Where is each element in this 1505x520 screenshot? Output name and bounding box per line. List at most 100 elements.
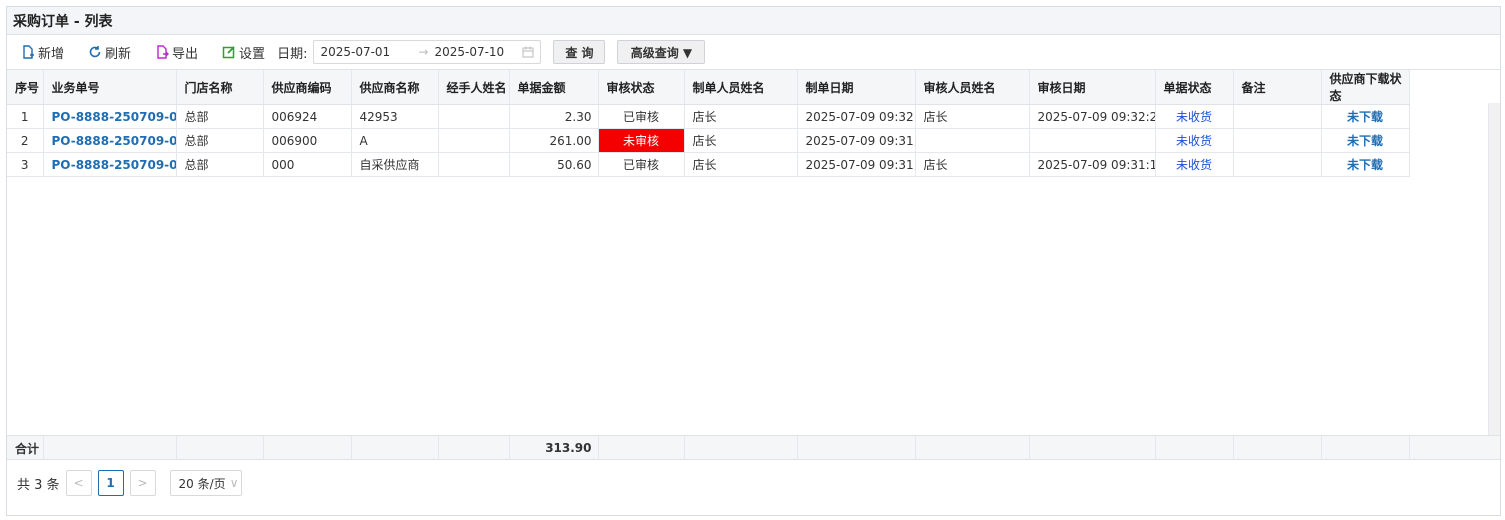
download-status: 未下载 <box>1321 104 1410 129</box>
col-header-order-no[interactable]: 业务单号 <box>43 70 177 105</box>
vertical-scrollbar[interactable] <box>1488 103 1500 435</box>
cell-supplier-name: 42953 <box>351 104 439 129</box>
add-button[interactable]: 新增 <box>15 39 70 65</box>
export-label: 导出 <box>172 46 199 62</box>
table-row[interactable]: 2 PO-8888-250709-0066 总部 006900 A 261.00… <box>7 128 1410 153</box>
header-row: 序号 业务单号 门店名称 供应商编码 供应商名称 经手人姓名 单据金额 审核状态… <box>7 70 1410 105</box>
summary-cell <box>176 436 264 460</box>
page-size-label: 20 条/页 <box>178 476 226 491</box>
col-header-supplier-code[interactable]: 供应商编码 <box>263 70 352 105</box>
doc-status: 未收货 <box>1155 152 1234 177</box>
order-grid: 序号 业务单号 门店名称 供应商编码 供应商名称 经手人姓名 单据金额 审核状态… <box>7 69 1500 435</box>
chevron-down-icon: ∨ <box>229 476 239 490</box>
audit-status-badge: 未审核 <box>598 128 685 153</box>
cell-make-date: 2025-07-09 09:32:18 <box>797 104 916 129</box>
summary-total-amount: 313.90 <box>509 436 599 460</box>
summary-cell <box>1155 436 1234 460</box>
col-header-auditor[interactable]: 审核人员姓名 <box>915 70 1030 105</box>
col-header-download-status[interactable]: 供应商下载状态 <box>1321 70 1410 105</box>
add-label: 新增 <box>38 46 65 62</box>
col-header-maker[interactable]: 制单人员姓名 <box>684 70 798 105</box>
summary-cell <box>797 436 916 460</box>
refresh-button[interactable]: 刷新 <box>82 39 137 65</box>
settings-button[interactable]: 设置 <box>216 39 271 65</box>
col-header-handler[interactable]: 经手人姓名 <box>438 70 510 105</box>
date-range-picker[interactable]: 2025-07-01 → 2025-07-10 <box>313 40 542 64</box>
col-header-amount[interactable]: 单据金额 <box>509 70 599 105</box>
col-header-audit-status[interactable]: 审核状态 <box>598 70 685 105</box>
advanced-query-button[interactable]: 高级查询 ▼ <box>617 40 706 64</box>
page-size-select[interactable]: 20 条/页 ∨ <box>169 470 242 496</box>
order-no-link[interactable]: PO-8888-250709-0067 <box>43 104 177 129</box>
col-header-index[interactable]: 序号 <box>7 70 44 105</box>
col-header-doc-status[interactable]: 单据状态 <box>1155 70 1234 105</box>
order-no-link[interactable]: PO-8888-250709-0065 <box>43 152 177 177</box>
summary-cell <box>1321 436 1410 460</box>
cell-remark <box>1233 104 1322 129</box>
cell-make-date: 2025-07-09 09:31:43 <box>797 128 916 153</box>
date-to[interactable]: 2025-07-10 <box>434 45 520 59</box>
summary-cell <box>684 436 798 460</box>
page-1-button[interactable]: 1 <box>97 470 124 496</box>
summary-row: 合计 313.90 <box>7 435 1500 460</box>
table-row[interactable]: 3 PO-8888-250709-0065 总部 000 自采供应商 50.60… <box>7 152 1410 177</box>
download-status: 未下载 <box>1321 128 1410 153</box>
summary-table: 合计 313.90 <box>7 436 1410 460</box>
total-count: 共 3 条 <box>17 477 60 493</box>
cell-audit-date: 2025-07-09 09:32:21 <box>1029 104 1156 129</box>
toolbar: 新增 刷新 导出 设置 日期: 2025-07-01 → 2025-07-10 … <box>7 35 1500 69</box>
cell-maker: 店长 <box>684 128 798 153</box>
cell-make-date: 2025-07-09 09:31:14 <box>797 152 916 177</box>
summary-label: 合计 <box>7 436 44 460</box>
summary-cell <box>598 436 685 460</box>
title-bar: 采购订单 - 列表 <box>7 7 1500 35</box>
query-button[interactable]: 查 询 <box>553 40 606 64</box>
cell-supplier-code: 000 <box>263 152 352 177</box>
cell-supplier-code: 006924 <box>263 104 352 129</box>
col-header-supplier-name[interactable]: 供应商名称 <box>351 70 439 105</box>
next-page-button[interactable]: > <box>129 470 156 496</box>
summary-cell <box>263 436 352 460</box>
cell-amount: 2.30 <box>509 104 599 129</box>
cell-index: 3 <box>7 152 44 177</box>
pagination: 共 3 条 < 1 > 20 条/页 ∨ <box>7 460 1500 506</box>
cell-amount: 50.60 <box>509 152 599 177</box>
date-from[interactable]: 2025-07-01 <box>320 45 412 59</box>
page-title: 采购订单 - 列表 <box>13 13 113 30</box>
refresh-icon <box>89 46 101 58</box>
summary-cell <box>438 436 510 460</box>
doc-status: 未收货 <box>1155 104 1234 129</box>
cell-auditor <box>915 128 1030 153</box>
table-row[interactable]: 1 PO-8888-250709-0067 总部 006924 42953 2.… <box>7 104 1410 129</box>
audit-status-badge: 已审核 <box>598 104 685 129</box>
date-label: 日期: <box>277 46 308 62</box>
cell-store: 总部 <box>176 152 264 177</box>
cell-remark <box>1233 128 1322 153</box>
cell-handler <box>438 104 510 129</box>
prev-page-button[interactable]: < <box>65 470 92 496</box>
new-doc-icon <box>23 45 34 59</box>
cell-index: 2 <box>7 128 44 153</box>
cell-maker: 店长 <box>684 104 798 129</box>
calendar-icon <box>522 46 534 58</box>
export-button[interactable]: 导出 <box>149 39 204 65</box>
doc-status: 未收货 <box>1155 128 1234 153</box>
cell-maker: 店长 <box>684 152 798 177</box>
cell-audit-date <box>1029 128 1156 153</box>
col-header-remark[interactable]: 备注 <box>1233 70 1322 105</box>
summary-cell <box>43 436 177 460</box>
cell-store: 总部 <box>176 104 264 129</box>
export-icon <box>157 45 170 59</box>
arrow-right-icon: → <box>418 45 429 59</box>
order-no-link[interactable]: PO-8888-250709-0066 <box>43 128 177 153</box>
col-header-audit-date[interactable]: 审核日期 <box>1029 70 1156 105</box>
cell-audit-date: 2025-07-09 09:31:18 <box>1029 152 1156 177</box>
cell-auditor: 店长 <box>915 152 1030 177</box>
col-header-store[interactable]: 门店名称 <box>176 70 264 105</box>
cell-remark <box>1233 152 1322 177</box>
summary-cell <box>1233 436 1322 460</box>
cell-amount: 261.00 <box>509 128 599 153</box>
order-table: 序号 业务单号 门店名称 供应商编码 供应商名称 经手人姓名 单据金额 审核状态… <box>7 70 1410 177</box>
audit-status-badge: 已审核 <box>598 152 685 177</box>
col-header-make-date[interactable]: 制单日期 <box>797 70 916 105</box>
